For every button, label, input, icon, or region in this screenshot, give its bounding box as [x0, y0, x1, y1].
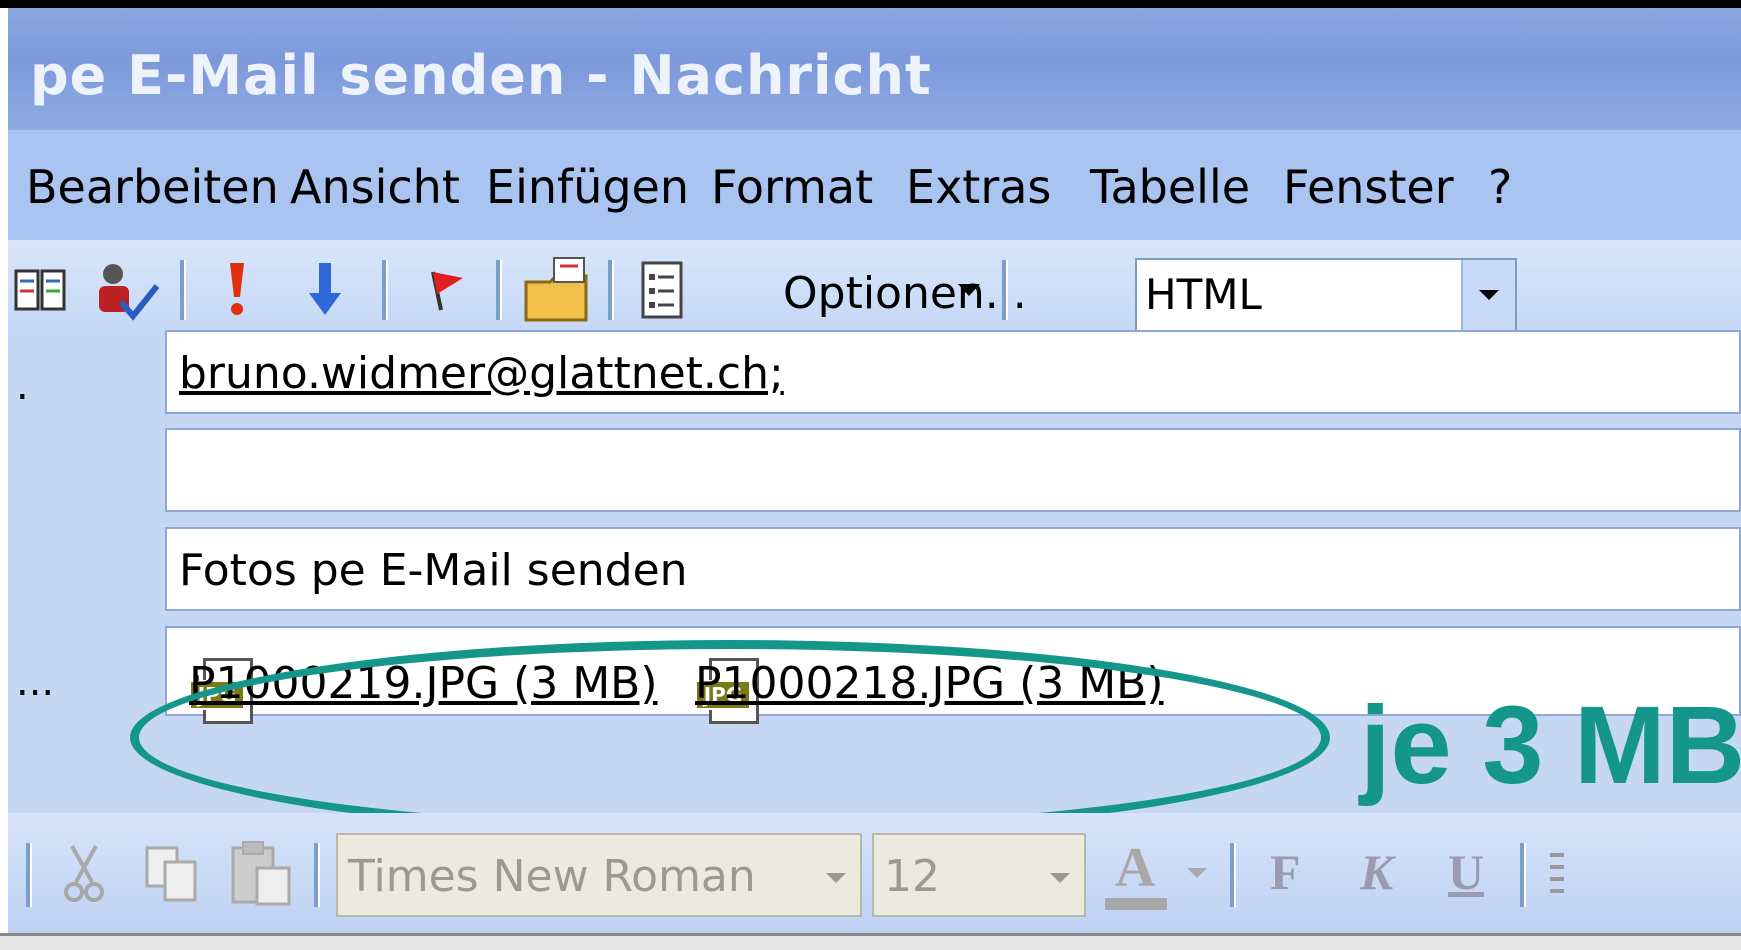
toolbar-separator	[382, 260, 388, 320]
font-name-select[interactable]: Times New Roman	[336, 833, 862, 917]
toolbar-separator	[314, 843, 320, 907]
font-color-icon[interactable]: A	[1102, 835, 1172, 915]
message-format-value: HTML	[1145, 270, 1262, 319]
flag-icon[interactable]	[412, 254, 472, 324]
menu-help[interactable]: ?	[1488, 160, 1512, 214]
check-names-icon[interactable]	[90, 256, 162, 326]
toolbar-separator	[1520, 843, 1526, 907]
font-size-value: 12	[884, 851, 940, 902]
menu-bearbeiten[interactable]: Bearbeiten	[26, 160, 279, 214]
chevron-down-icon[interactable]	[954, 276, 984, 306]
to-recipient[interactable]: bruno.widmer@glattnet.ch;	[179, 348, 784, 399]
chevron-down-icon	[826, 873, 846, 883]
to-label: .	[16, 363, 29, 409]
copy-icon[interactable]	[138, 837, 208, 911]
standard-toolbar: Optionen... HTML	[8, 240, 1741, 343]
underline-button[interactable]: U	[1448, 843, 1484, 901]
cut-icon[interactable]	[54, 837, 114, 911]
size-annotation: je 3 MB	[1360, 684, 1741, 807]
options-icon[interactable]	[636, 252, 688, 328]
menu-tabelle[interactable]: Tabelle	[1090, 160, 1250, 214]
menu-fenster[interactable]: Fenster	[1283, 160, 1454, 214]
menu-einfuegen[interactable]: Einfügen	[486, 160, 689, 214]
chevron-down-icon	[1050, 873, 1070, 883]
bold-button[interactable]: F	[1270, 843, 1301, 901]
attach-file-folder-icon[interactable]	[518, 250, 598, 330]
high-importance-icon[interactable]	[212, 254, 262, 324]
font-size-select[interactable]: 12	[872, 833, 1086, 917]
toolbar-separator	[26, 843, 32, 907]
cc-field[interactable]	[165, 428, 1741, 512]
format-dropdown-arrow-icon[interactable]	[1461, 260, 1515, 330]
message-format-select[interactable]: HTML	[1135, 258, 1517, 332]
toolbar-separator	[1002, 260, 1008, 320]
font-name-value: Times New Roman	[348, 851, 756, 902]
toolbar-separator	[608, 260, 614, 320]
menu-extras[interactable]: Extras	[906, 160, 1051, 214]
to-field[interactable]: bruno.widmer@glattnet.ch;	[165, 330, 1741, 414]
align-left-icon[interactable]	[1546, 843, 1566, 907]
editor-top-border	[0, 933, 1741, 950]
toolbar-separator	[180, 260, 186, 320]
attach-label: ...	[16, 659, 55, 705]
italic-button[interactable]: K	[1360, 843, 1393, 901]
subject-value: Fotos pe E-Mail senden	[179, 545, 688, 596]
title-bar: pe E-Mail senden - Nachricht	[8, 8, 1741, 130]
options-button[interactable]: Optionen...	[783, 268, 1027, 319]
toolbar-separator	[496, 260, 502, 320]
low-importance-icon[interactable]	[298, 254, 352, 324]
toolbar-separator	[1230, 843, 1236, 907]
paste-icon[interactable]	[226, 833, 298, 913]
menu-ansicht[interactable]: Ansicht	[290, 160, 460, 214]
menu-format[interactable]: Format	[711, 160, 873, 214]
window-title: pe E-Mail senden - Nachricht	[30, 44, 932, 107]
address-book-icon[interactable]	[10, 260, 70, 320]
chevron-down-icon[interactable]	[1182, 859, 1212, 889]
subject-field[interactable]: Fotos pe E-Mail senden	[165, 527, 1741, 611]
highlight-ellipse	[130, 640, 1330, 835]
menu-bar: Bearbeiten Ansicht Einfügen Format Extra…	[8, 130, 1741, 240]
screen-top-border	[0, 0, 1741, 8]
formatting-toolbar: Times New Roman 12 A F K U	[8, 813, 1741, 933]
